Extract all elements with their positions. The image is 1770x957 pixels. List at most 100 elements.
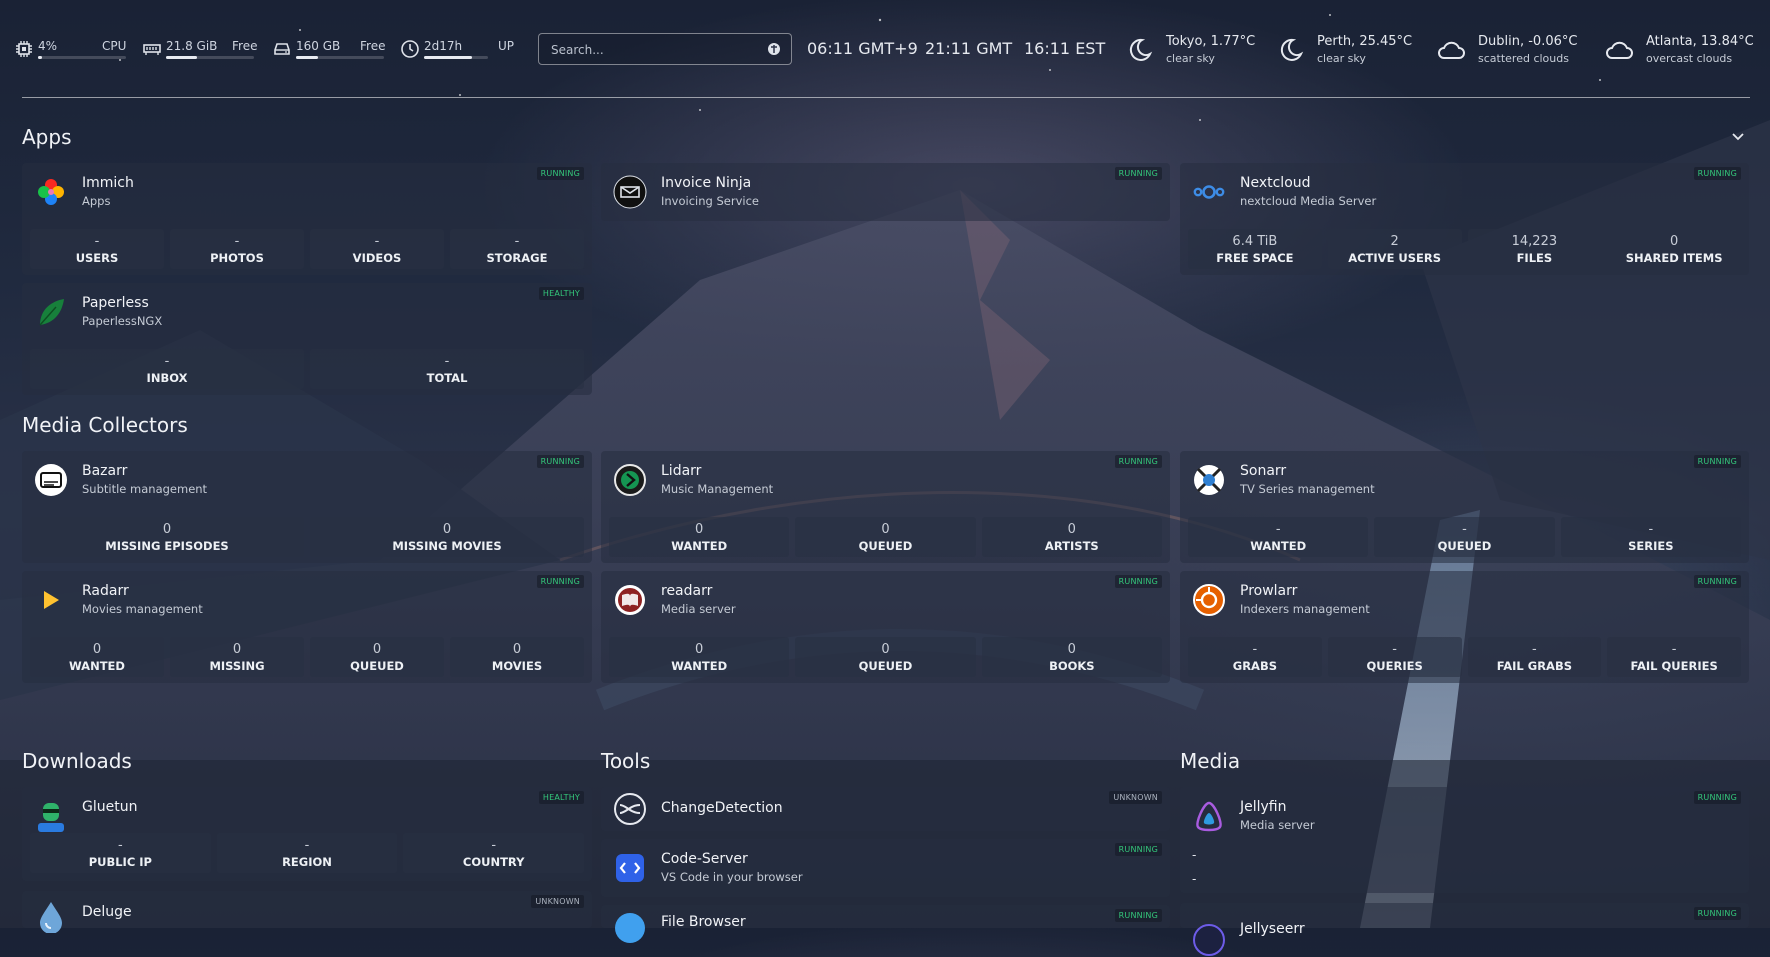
stats-row: 0 WANTED 0 QUEUED 0 BOOKS (609, 637, 1162, 677)
stat-label: USERS (75, 251, 119, 265)
card-lidarr[interactable]: Lidarr Music Management RUNNING 0 WANTED … (601, 451, 1170, 563)
section-title-downloads: Downloads (22, 749, 132, 773)
card-name: Nextcloud (1240, 175, 1311, 191)
disk-bar-fill (296, 56, 318, 59)
stat-block: - QUEUED (1374, 517, 1555, 557)
card-jellyseerr[interactable]: Jellyseerr RUNNING (1180, 903, 1749, 956)
stat-block: - INBOX (30, 349, 304, 389)
nextcloud-logo-icon (1193, 185, 1225, 199)
card-radarr[interactable]: Radarr Movies management RUNNING 0 WANTED… (22, 571, 592, 683)
uptime-value: 2d17h (424, 39, 463, 53)
stat-value: 0 (232, 642, 242, 657)
card-deluge[interactable]: Deluge UNKNOWN (22, 891, 592, 933)
cpu-value: 4% (38, 39, 58, 53)
status-badge: RUNNING (1693, 791, 1741, 804)
card-readarr[interactable]: readarr Media server RUNNING 0 WANTED 0 QU… (601, 571, 1170, 683)
status-badge: HEALTHY (538, 287, 584, 300)
status-badge: RUNNING (1114, 455, 1162, 468)
stat-label: INBOX (146, 371, 188, 385)
stat-block: - STORAGE (450, 229, 584, 269)
stats-row: - INBOX - TOTAL (30, 349, 584, 389)
card-paperless[interactable]: Paperless PaperlessNGX HEALTHY - INBOX - T… (22, 283, 592, 395)
stats-row: 0 MISSING EPISODES 0 MISSING MOVIES (30, 517, 584, 557)
cloud-icon (1606, 41, 1633, 59)
search-input[interactable] (549, 39, 753, 61)
clock-gmt: 21:11 GMT (925, 39, 1013, 58)
disk-widget: 160 GB Free (272, 35, 387, 61)
moon-icon (1129, 38, 1153, 61)
stat-block: 0 QUEUED (795, 517, 976, 557)
card-bazarr[interactable]: Bazarr Subtitle management RUNNING 0 MISS… (22, 451, 592, 563)
ram-value: 21.8 GiB (166, 39, 218, 53)
card-invoice-ninja[interactable]: Invoice Ninja Invoicing Service RUNNING (601, 163, 1170, 221)
card-changedetection[interactable]: ChangeDetection UNKNOWN (601, 787, 1170, 831)
card-subtitle: TV Series management (1240, 482, 1375, 496)
stat-block: 0 QUEUED (310, 637, 444, 677)
card-subtitle: Subtitle management (82, 482, 208, 496)
stat-label: VIDEOS (352, 251, 402, 265)
stat-value: - (374, 234, 380, 249)
cpu-bar-fill (38, 56, 42, 59)
weather-desc: clear sky (1166, 52, 1215, 65)
stat-value: - (1252, 642, 1258, 657)
stats-row: 0 WANTED 0 QUEUED 0 ARTISTS (609, 517, 1162, 557)
card-code-server[interactable]: Code-Server VS Code in your browser RUNN… (601, 839, 1170, 897)
card-sonarr[interactable]: Sonarr TV Series management RUNNING - WAN… (1180, 451, 1749, 563)
stat-block: 0 MISSING (170, 637, 304, 677)
stat-label: TOTAL (426, 371, 468, 385)
uptime-bar (424, 56, 488, 59)
chevron-down-icon[interactable] (1730, 128, 1746, 144)
cpu-widget: 4% CPU (14, 35, 129, 61)
status-badge: RUNNING (536, 167, 584, 180)
paperless-leaf-icon (39, 299, 64, 326)
card-nextcloud[interactable]: Nextcloud nextcloud Media Server RUNNING… (1180, 163, 1749, 275)
status-badge: RUNNING (1114, 167, 1162, 180)
stat-value: 0 (881, 522, 890, 537)
stat-label: STORAGE (486, 251, 548, 265)
stat-label: COUNTRY (462, 855, 525, 869)
cpu-label: CPU (102, 39, 127, 53)
invoice-ninja-logo-icon (613, 175, 647, 209)
stat-block: - VIDEOS (310, 229, 444, 269)
section-title-media: Media (1180, 749, 1241, 773)
status-badge: HEALTHY (538, 791, 584, 804)
search-box[interactable] (538, 33, 792, 65)
file-browser-logo-icon (615, 913, 645, 943)
stat-block: 0 WANTED (30, 637, 164, 677)
stat-value: - (234, 234, 240, 249)
stat-block: - TOTAL (310, 349, 584, 389)
card-name: Jellyseerr (1240, 921, 1305, 937)
stat-value: 0 (1067, 522, 1076, 537)
card-name: Gluetun (82, 799, 138, 815)
stat-block: 0 ARTISTS (981, 517, 1162, 557)
prowlarr-logo-icon (1193, 584, 1225, 616)
card-subtitle: Indexers management (1240, 602, 1370, 616)
card-subtitle: PaperlessNGX (82, 314, 163, 328)
search-engine-icon[interactable] (767, 42, 781, 56)
stat-block: 0 WANTED (609, 637, 790, 677)
card-file-browser[interactable]: File Browser RUNNING (601, 905, 1170, 943)
sonarr-logo-icon (1194, 465, 1224, 495)
card-jellyfin[interactable]: Jellyfin Media server RUNNING - - (1180, 787, 1749, 893)
stat-value: 14,223 (1511, 234, 1558, 249)
jellyfin-logo-icon (1196, 801, 1222, 832)
card-prowlarr[interactable]: Prowlarr Indexers management RUNNING - GR… (1180, 571, 1749, 683)
card-gluetun[interactable]: Gluetun HEALTHY - PUBLIC IP - REGION - COUN… (22, 787, 592, 881)
card-immich[interactable]: Immich Apps RUNNING - USERS - PHOTOS - VIDE… (22, 163, 592, 275)
weather-city: Tokyo, 1.77°C (1166, 34, 1256, 49)
card-name: Prowlarr (1240, 583, 1298, 599)
hard-drive-icon (274, 43, 290, 55)
stat-label: MISSING EPISODES (105, 539, 229, 553)
stat-label: MOVIES (491, 659, 543, 673)
stats-row: 0 WANTED 0 MISSING 0 QUEUED 0 MOVIES (30, 637, 584, 677)
stats-row: 6.4 TiB FREE SPACE 2 ACTIVE USERS 14,223 FI… (1188, 229, 1741, 269)
stat-value: - (1671, 642, 1677, 657)
stat-block: - REGION (216, 833, 398, 873)
stat-block: - FAIL GRABS (1467, 637, 1602, 677)
stat-value: 0 (92, 642, 102, 657)
card-name: Bazarr (82, 463, 128, 479)
jellyseerr-logo-icon (1193, 924, 1225, 956)
clock-est: 16:11 EST (1024, 39, 1106, 58)
weather-desc: overcast clouds (1646, 52, 1733, 65)
stat-label: PHOTOS (210, 251, 264, 265)
